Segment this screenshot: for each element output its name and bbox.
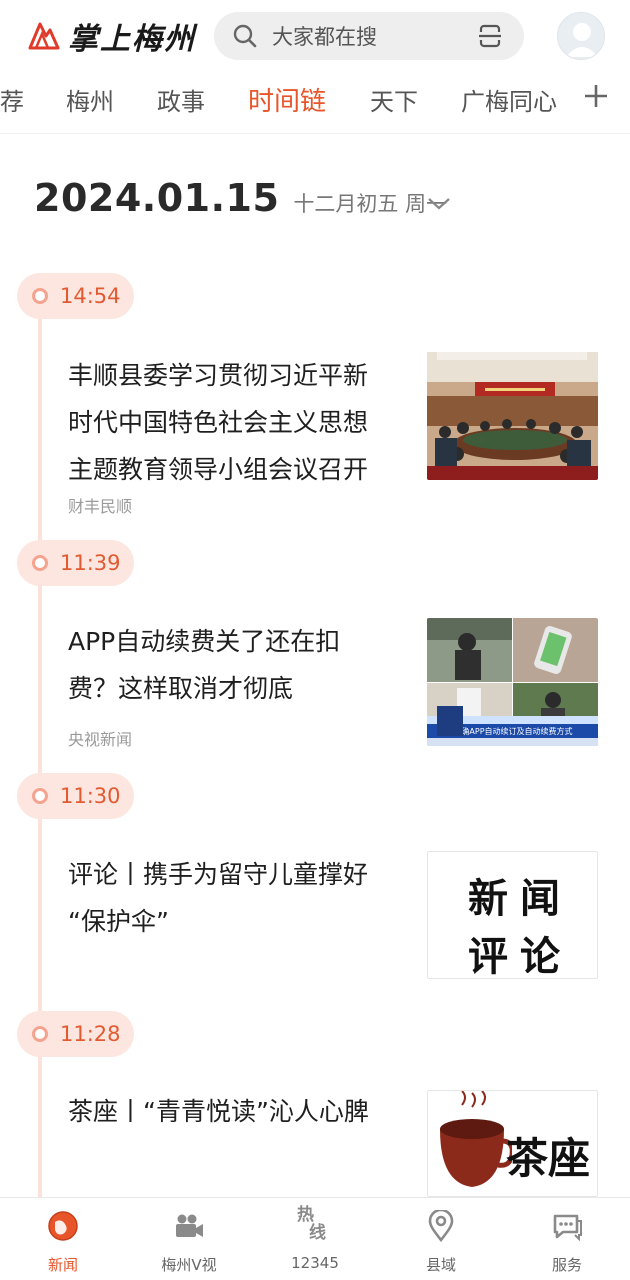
time-badge: 11:30 [17, 773, 134, 819]
nav-label: 梅州V视 [161, 1256, 217, 1274]
search-bar[interactable]: 大家都在搜 [214, 12, 524, 60]
title-line: 时代中国特色社会主义思想 [68, 408, 369, 437]
news-title[interactable]: 丰顺县委学习贯彻习近平新 时代中国特色社会主义思想 主题教育领导小组会议召开 [68, 352, 398, 493]
news-title[interactable]: APP自动续费关了还在扣 费？这样取消才彻底 [68, 618, 398, 712]
title-line: 茶座丨“青青悦读”沁人心脾 [68, 1097, 369, 1126]
tab-guangmei[interactable]: 广梅同心 [461, 82, 557, 117]
date-selector[interactable]: 2024.01.15 十二月初五 周一 [34, 176, 450, 226]
time-badge: 11:28 [17, 1011, 134, 1057]
time-badge: 11:39 [17, 540, 134, 586]
tab-politics[interactable]: 政事 [157, 82, 205, 117]
bottom-navigation: 新闻 梅州V视 热 线 12345 县域 服务 [0, 1197, 630, 1280]
search-icon [233, 24, 257, 48]
tab-timeline[interactable]: 时间链 [248, 81, 326, 118]
nav-hotline[interactable]: 热 线 12345 [252, 1198, 378, 1280]
news-thumbnail-commentary[interactable]: 新闻 评论 [427, 851, 598, 979]
news-thumbnail-meeting[interactable] [427, 352, 598, 480]
news-source: 央视新闻 [68, 730, 133, 749]
hotline-icon: 热 线 [297, 1206, 326, 1242]
chevron-down-icon[interactable] [426, 196, 452, 212]
thumb-text: 茶座 [506, 1134, 591, 1183]
nav-label: 服务 [551, 1256, 582, 1274]
date-lunar: 十二月初五 周一 [293, 192, 448, 216]
news-thumbnail-teahouse[interactable]: 茶座 [427, 1090, 598, 1197]
top-header: 掌上梅州 大家都在搜 [0, 0, 630, 72]
nav-news[interactable]: 新闻 [0, 1198, 126, 1280]
hotline-icon-char: 热 [297, 1205, 314, 1225]
cctv-news-collage: 明确APP自动续订及自动续费方式 [427, 618, 598, 746]
title-line: APP自动续费关了还在扣 [68, 627, 341, 656]
app-logo[interactable]: 掌上梅州 [26, 14, 196, 58]
hotline-icon-char: 线 [309, 1223, 326, 1243]
news-thumbnail-cctv[interactable]: 明确APP自动续订及自动续费方式 [427, 618, 598, 746]
date-main: 2024.01.15 [34, 176, 280, 220]
flame-logo-icon [28, 22, 60, 50]
globe-icon [48, 1211, 78, 1241]
channel-tabs: 荐 梅州 政事 时间链 天下 广梅同心 [0, 72, 630, 134]
timeline-dot [32, 788, 48, 804]
time-text: 11:39 [60, 551, 121, 575]
nav-label: 新闻 [47, 1256, 78, 1274]
location-pin-icon [428, 1210, 454, 1242]
nav-label: 县域 [425, 1256, 456, 1274]
user-placeholder-icon [566, 23, 598, 57]
time-text: 14:54 [60, 284, 121, 308]
title-line: 费？这样取消才彻底 [68, 674, 294, 703]
meeting-photo [427, 352, 598, 480]
timeline-dot [32, 555, 48, 571]
user-avatar[interactable] [557, 12, 605, 60]
title-line: 主题教育领导小组会议召开 [68, 455, 369, 484]
chat-service-icon [553, 1214, 582, 1242]
scan-icon[interactable] [476, 22, 504, 50]
nav-county[interactable]: 县域 [378, 1198, 504, 1280]
time-badge: 14:54 [17, 273, 134, 319]
title-line: 丰顺县委学习贯彻习近平新 [68, 361, 369, 390]
logo-text: 掌上梅州 [68, 22, 196, 57]
tea-cup-logo [440, 1091, 512, 1187]
tab-recommend[interactable]: 荐 [0, 82, 24, 117]
video-camera-icon [176, 1214, 203, 1237]
timeline-dot [32, 288, 48, 304]
tab-meizhou[interactable]: 梅州 [66, 82, 114, 117]
search-placeholder: 大家都在搜 [272, 25, 377, 49]
news-title[interactable]: 评论丨携手为留守儿童撑好 “保护伞” [68, 851, 398, 945]
add-channel-icon[interactable] [576, 76, 616, 116]
title-line: “保护伞” [68, 907, 169, 936]
time-text: 11:28 [60, 1022, 121, 1046]
thumb-caption: 明确APP自动续订及自动续费方式 [453, 726, 572, 736]
nav-service[interactable]: 服务 [504, 1198, 630, 1280]
tab-world[interactable]: 天下 [370, 82, 418, 117]
nav-label: 12345 [291, 1254, 339, 1272]
thumb-text: 新闻 [468, 875, 572, 922]
news-title[interactable]: 茶座丨“青青悦读”沁人心脾 [68, 1088, 398, 1135]
news-source: 财丰民顺 [68, 497, 133, 516]
timeline-line [38, 300, 42, 1200]
timeline-dot [32, 1026, 48, 1042]
nav-video[interactable]: 梅州V视 [126, 1198, 252, 1280]
thumb-text: 评论 [468, 933, 572, 979]
time-text: 11:30 [60, 784, 121, 808]
title-line: 评论丨携手为留守儿童撑好 [68, 860, 369, 889]
